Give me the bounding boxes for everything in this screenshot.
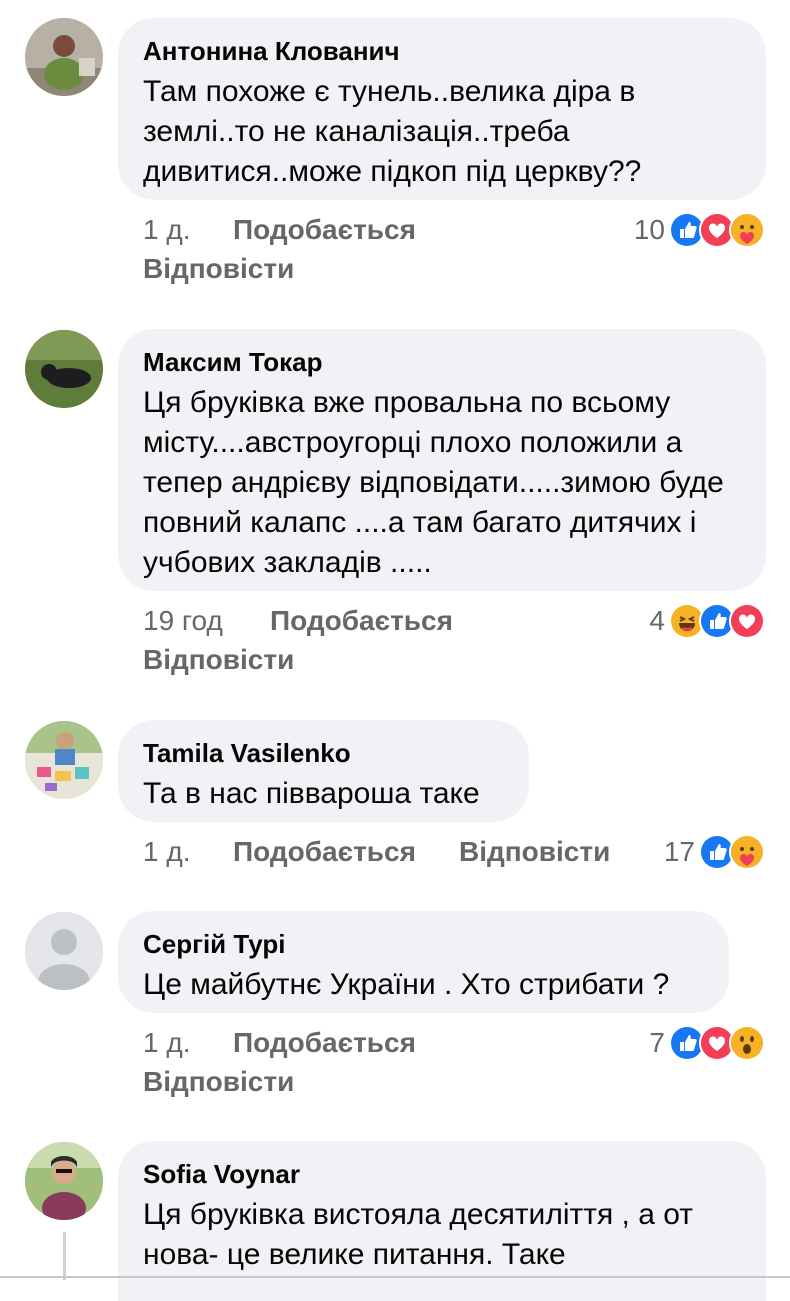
avatar[interactable] [25, 18, 103, 96]
avatar[interactable] [25, 721, 103, 799]
reply-button[interactable]: Відповісти [143, 253, 294, 285]
divider [0, 1276, 790, 1278]
comment-text: Це майбутнє України . Хто стрибати ? [143, 968, 670, 1001]
comment-bubble[interactable]: Антонина Клованич Там похоже є тунель..в… [118, 18, 766, 200]
comment-bubble[interactable]: Tamila Vasilenko Та в нас піввароша таке [118, 720, 529, 822]
avatar-photo-icon [25, 330, 103, 408]
comment-text: Та в нас піввароша таке [143, 777, 480, 810]
wow-icon [729, 1025, 765, 1061]
reactions-summary[interactable]: 7 [649, 1025, 765, 1061]
care-icon [729, 212, 765, 248]
author-name[interactable]: Sofia Voynar [143, 1159, 740, 1189]
thread-line [63, 1232, 66, 1280]
reply-button[interactable]: Відповісти [459, 835, 610, 869]
avatar[interactable] [25, 1142, 103, 1220]
comment-bubble[interactable]: Максим Токар Ця бруківка вже провальна п… [118, 329, 766, 591]
like-button[interactable]: Подобається [270, 604, 453, 638]
reactions-summary[interactable]: 10 [633, 212, 765, 248]
reaction-count: 7 [649, 1027, 665, 1058]
avatar-photo-icon [25, 1142, 103, 1220]
default-avatar-icon [25, 912, 103, 990]
comment-text: Там похоже є тунель..велика діра в землі… [143, 75, 642, 188]
reply-button[interactable]: Відповісти [143, 644, 294, 676]
timestamp[interactable]: 1 д. [143, 835, 190, 869]
like-button[interactable]: Подобається [233, 213, 416, 247]
comment-text: Ця бруківка вистояла десятиліття , а от … [143, 1198, 694, 1271]
author-name[interactable]: Tamila Vasilenko [143, 738, 503, 768]
like-button[interactable]: Подобається [233, 835, 416, 869]
comment-bubble[interactable]: Сергій Турі Це майбутнє України . Хто ст… [118, 911, 729, 1013]
author-name[interactable]: Максим Токар [143, 347, 740, 377]
author-name[interactable]: Антонина Клованич [143, 36, 740, 66]
like-button[interactable]: Подобається [233, 1026, 416, 1060]
timestamp[interactable]: 1 д. [143, 213, 190, 247]
love-icon [729, 603, 765, 639]
timestamp[interactable]: 1 д. [143, 1026, 190, 1060]
avatar-photo-icon [25, 721, 103, 799]
avatar[interactable] [25, 912, 103, 990]
comment-text: Ця бруківка вже провальна по всьому міст… [143, 386, 724, 579]
author-name[interactable]: Сергій Турі [143, 929, 703, 959]
care-icon [729, 834, 765, 870]
reactions-summary[interactable]: 4 [649, 603, 765, 639]
reactions-summary[interactable]: 17 [663, 834, 765, 870]
avatar[interactable] [25, 330, 103, 408]
timestamp[interactable]: 19 год [143, 604, 223, 638]
reaction-count: 10 [633, 214, 665, 245]
reaction-count: 4 [649, 605, 665, 636]
avatar-photo-icon [25, 18, 103, 96]
reply-button[interactable]: Відповісти [143, 1066, 294, 1098]
reaction-count: 17 [663, 836, 695, 867]
